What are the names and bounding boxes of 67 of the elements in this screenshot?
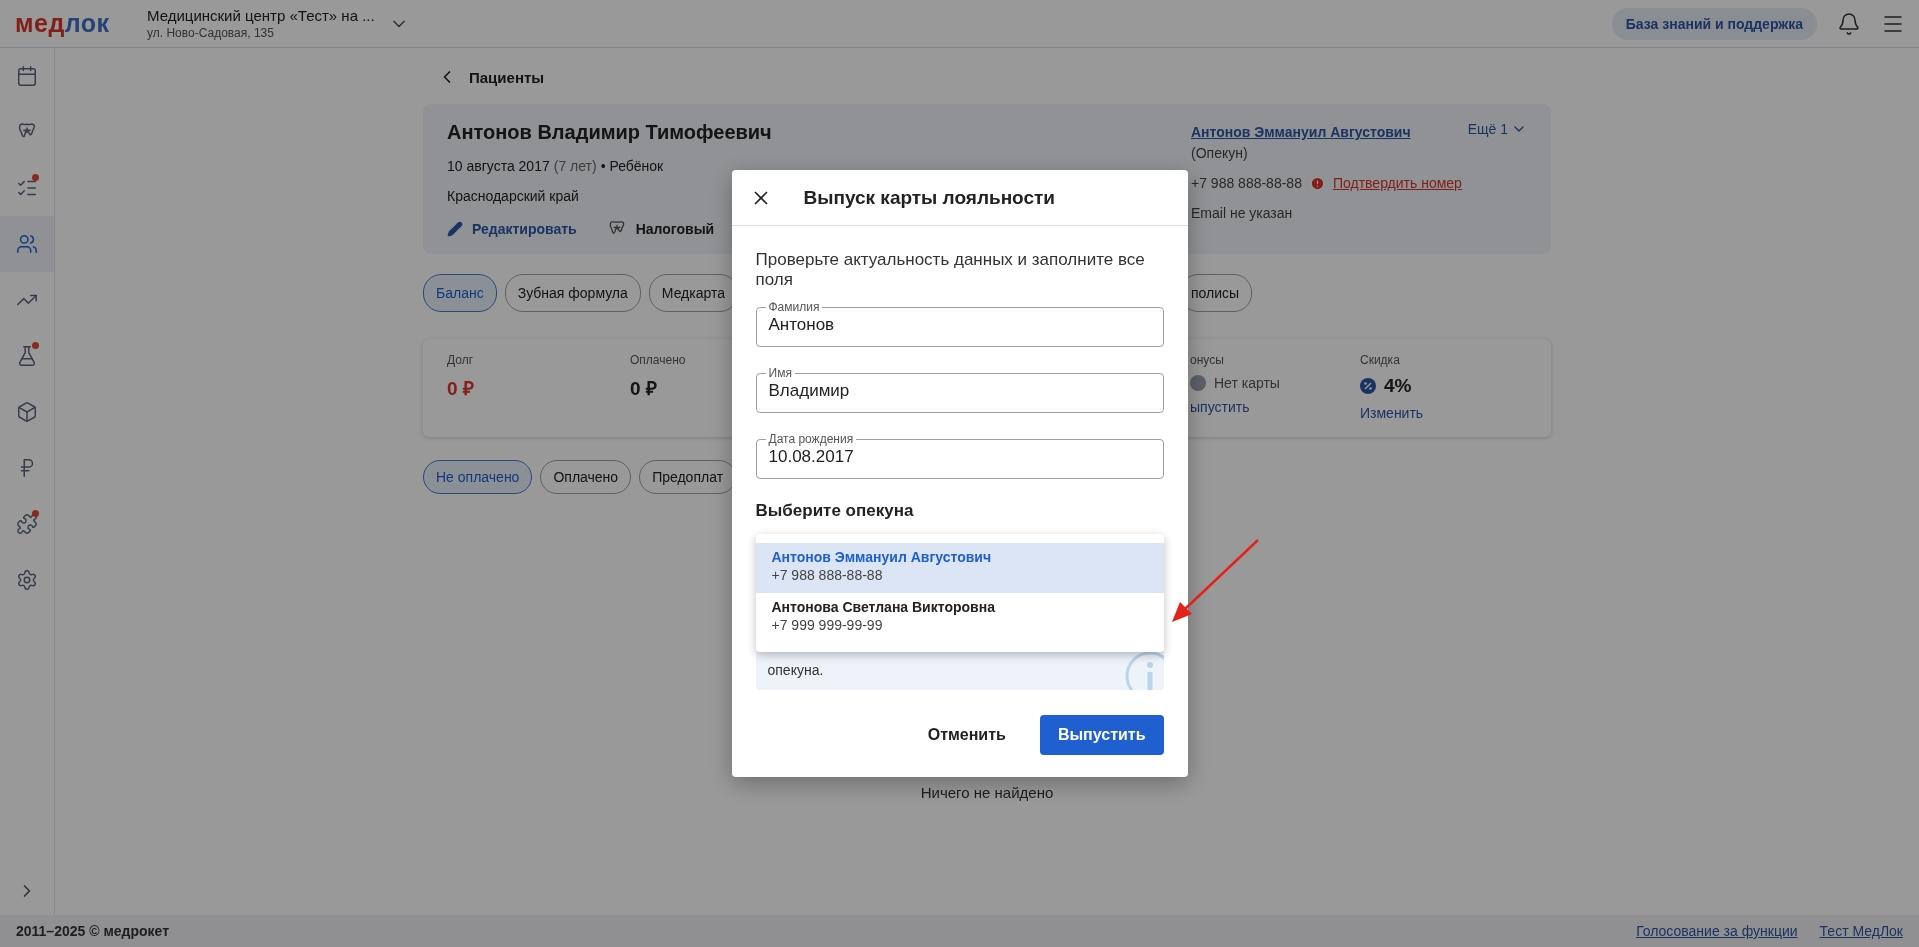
filter-chip[interactable]: Оплачено bbox=[540, 460, 632, 494]
tab[interactable]: Баланс bbox=[423, 274, 497, 312]
coin-icon bbox=[1190, 375, 1206, 391]
back-link-text: Пациенты bbox=[469, 68, 545, 86]
balance-label: Оплачено bbox=[630, 353, 686, 367]
balance-value: 0 ₽ bbox=[447, 377, 474, 401]
puzzle-icon bbox=[16, 513, 38, 535]
help-button[interactable]: База знаний и поддержка bbox=[1611, 7, 1817, 40]
patient-age: (7 лет) bbox=[553, 158, 597, 174]
phone-number: +7 999 999-99-99 bbox=[771, 617, 884, 633]
section-heading: Выберите опекуна bbox=[755, 501, 915, 521]
discount-value: 4% bbox=[1384, 375, 1412, 397]
bonus-status: Нет карты bbox=[1214, 375, 1280, 391]
footer-link[interactable]: Голосование за функции bbox=[1636, 923, 1798, 939]
calendar-icon bbox=[16, 65, 38, 87]
percent-icon bbox=[1360, 378, 1376, 394]
patient-category: • Ребёнок bbox=[600, 158, 664, 174]
info-text: опекуна. bbox=[767, 662, 824, 678]
phone-number: +7 988 888-88-88 bbox=[771, 567, 884, 583]
settings-icon bbox=[16, 569, 38, 591]
more-link[interactable]: Ещё 1 bbox=[1467, 121, 1527, 137]
dropdown-option[interactable]: Антонова Светлана Викторовна +7 999 999-99-99 bbox=[755, 593, 1164, 650]
modal-title: Выпуск карты лояльности bbox=[803, 186, 1055, 209]
field-label: Дата рождения bbox=[767, 432, 855, 446]
logo: медлок bbox=[15, 9, 111, 38]
email-status: Email не указан bbox=[1191, 205, 1294, 221]
text-field[interactable]: Имя Владимир bbox=[755, 366, 1164, 413]
change-link[interactable]: Изменить bbox=[1360, 405, 1527, 421]
dropdown-option[interactable]: Антонов Эммануил Августович +7 988 888-88-88 bbox=[755, 543, 1164, 593]
text-field[interactable]: Фамилия Антонов bbox=[755, 300, 1164, 347]
guardian-link[interactable]: Антонов Эммануил Августович bbox=[1191, 124, 1411, 140]
guardian-name: Антонов Эммануил Августович bbox=[771, 549, 993, 565]
issue-link[interactable]: ыпустить bbox=[1190, 399, 1360, 415]
clinic-address: ул. Ново-Садовая, 135 bbox=[147, 26, 275, 40]
bell-icon[interactable] bbox=[1837, 11, 1861, 36]
empty-message: Ничего не найдено bbox=[919, 784, 1055, 801]
phone-number: +7 988 888-88-88 bbox=[1191, 175, 1302, 191]
edit-link[interactable]: Редактировать bbox=[447, 221, 577, 237]
guardian-role: (Опекун) bbox=[1191, 145, 1249, 161]
patient-name: Антонов Владимир Тимофеевич bbox=[447, 121, 773, 144]
sidebar-item[interactable] bbox=[0, 216, 54, 272]
birth-date: 10 августа 2017 bbox=[447, 158, 550, 174]
balance-label: Долг bbox=[447, 353, 474, 367]
copyright: 2011–2025 © медрокет bbox=[16, 923, 169, 939]
filter-chip[interactable]: Не оплачено bbox=[423, 460, 533, 494]
text-field[interactable]: Дата рождения 10.08.2017 bbox=[755, 432, 1164, 479]
tab[interactable]: Зубная формула bbox=[504, 274, 641, 312]
info-icon bbox=[1123, 650, 1164, 690]
tax-link[interactable]: Налоговый bbox=[606, 219, 715, 239]
clinic-name[interactable]: Медицинский центр «Тест» на ... bbox=[147, 7, 375, 24]
pencil-icon bbox=[447, 221, 463, 237]
field-label: Фамилия bbox=[767, 300, 821, 314]
balance-value: 0 ₽ bbox=[630, 377, 657, 401]
guardian-name: Антонова Светлана Викторовна bbox=[771, 599, 996, 615]
cancel-button[interactable]: Отменить bbox=[909, 715, 1024, 755]
issue-button[interactable]: Выпустить bbox=[1039, 715, 1164, 755]
field-label: Имя bbox=[767, 366, 793, 380]
back-link[interactable]: Пациенты bbox=[437, 65, 1551, 89]
users-icon bbox=[16, 233, 38, 255]
box-icon bbox=[16, 401, 38, 423]
balance-label: Скидка bbox=[1360, 353, 1400, 367]
balance-label: онусы bbox=[1190, 353, 1224, 367]
flask-icon bbox=[16, 345, 38, 367]
warning-icon bbox=[1309, 175, 1325, 191]
patient-region: Краснодарский край bbox=[447, 188, 579, 204]
modal-intro: Проверьте актуальность данных и заполните все поля bbox=[755, 250, 1146, 290]
footer-link[interactable]: Тест МедЛок bbox=[1819, 923, 1903, 939]
